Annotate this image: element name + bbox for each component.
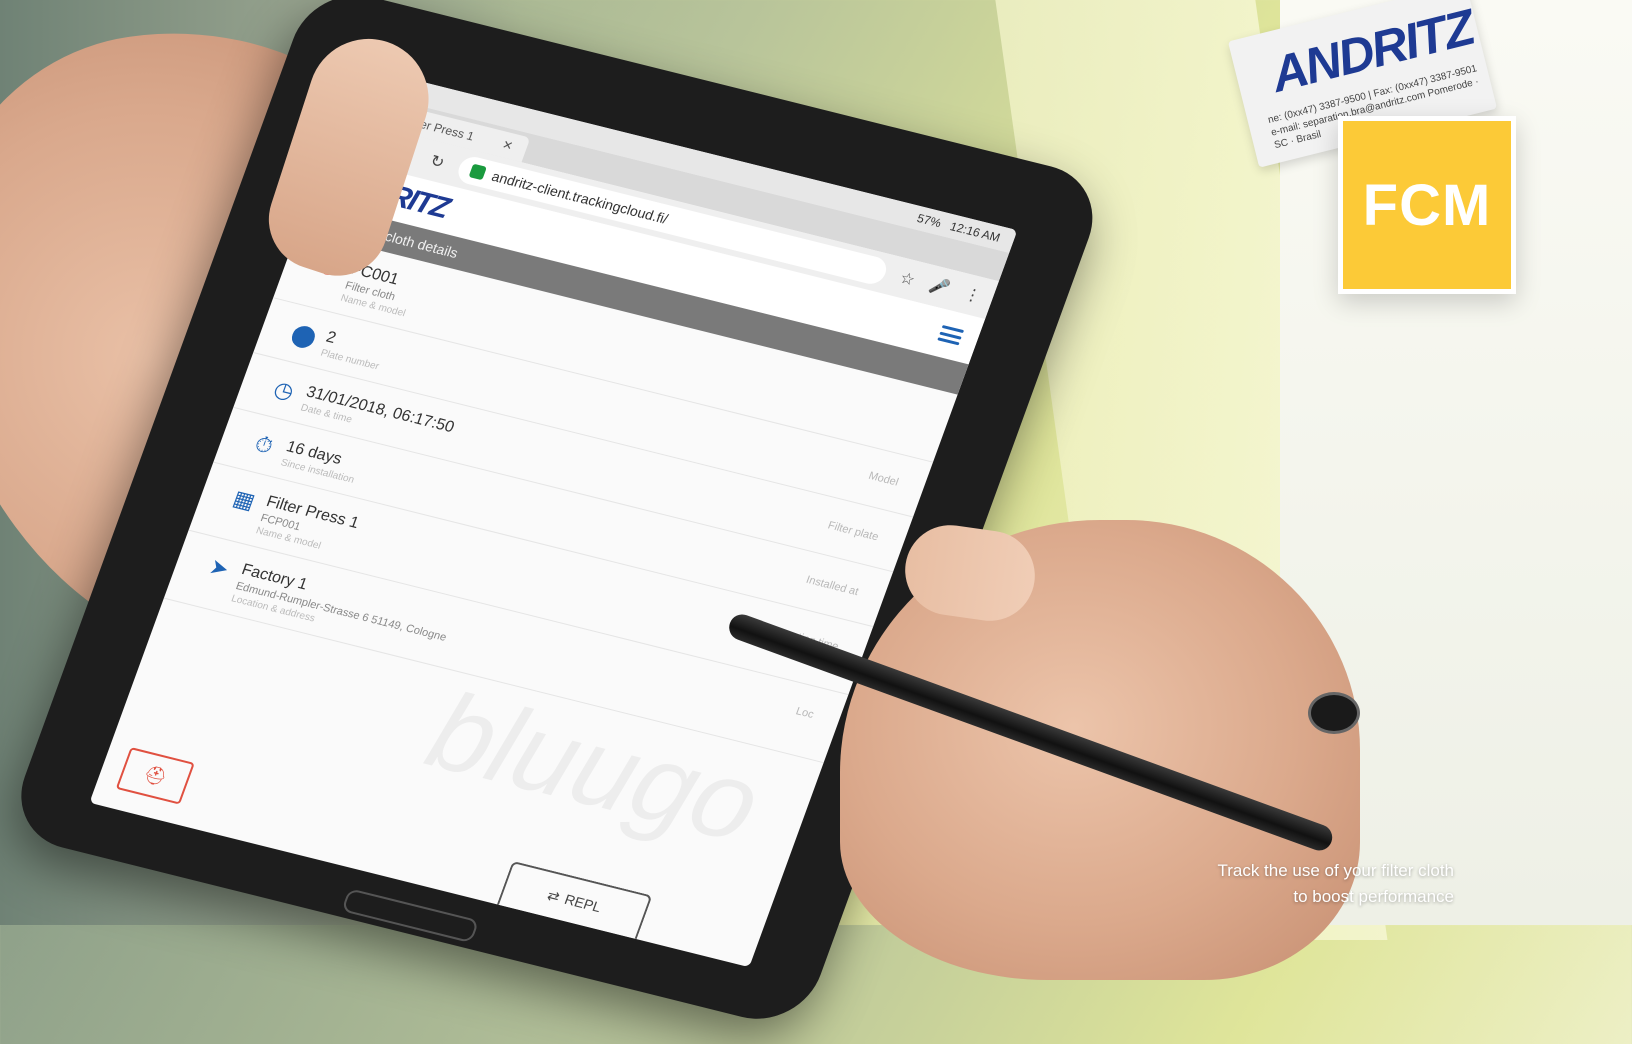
lock-icon	[468, 163, 488, 181]
swap-icon: ⇄	[545, 886, 563, 905]
hamburger-menu-icon[interactable]	[937, 324, 965, 346]
replace-label: REPL	[562, 891, 604, 916]
worker-icon: ⛑	[140, 763, 170, 788]
tagline-line-2: to boost performance	[1293, 887, 1454, 906]
battery-level: 57%	[915, 211, 944, 231]
fcm-badge: FCM	[1338, 116, 1516, 294]
bookmark-star-icon[interactable]: ☆	[897, 268, 918, 290]
tagline: Track the use of your filter cloth to bo…	[1217, 858, 1454, 910]
fcm-label: FCM	[1362, 172, 1492, 238]
stylus-end-cap	[1308, 692, 1360, 734]
microphone-icon[interactable]: 🎤	[927, 275, 953, 299]
reload-icon[interactable]: ↻	[427, 151, 447, 173]
worker-action-button[interactable]: ⛑	[115, 747, 195, 805]
close-icon[interactable]: ✕	[500, 138, 515, 154]
home-button[interactable]	[341, 888, 480, 944]
tagline-line-1: Track the use of your filter cloth	[1217, 861, 1454, 880]
more-options-icon[interactable]: ⋮	[961, 284, 983, 307]
replace-button[interactable]: ⇄ REPL	[496, 860, 653, 940]
